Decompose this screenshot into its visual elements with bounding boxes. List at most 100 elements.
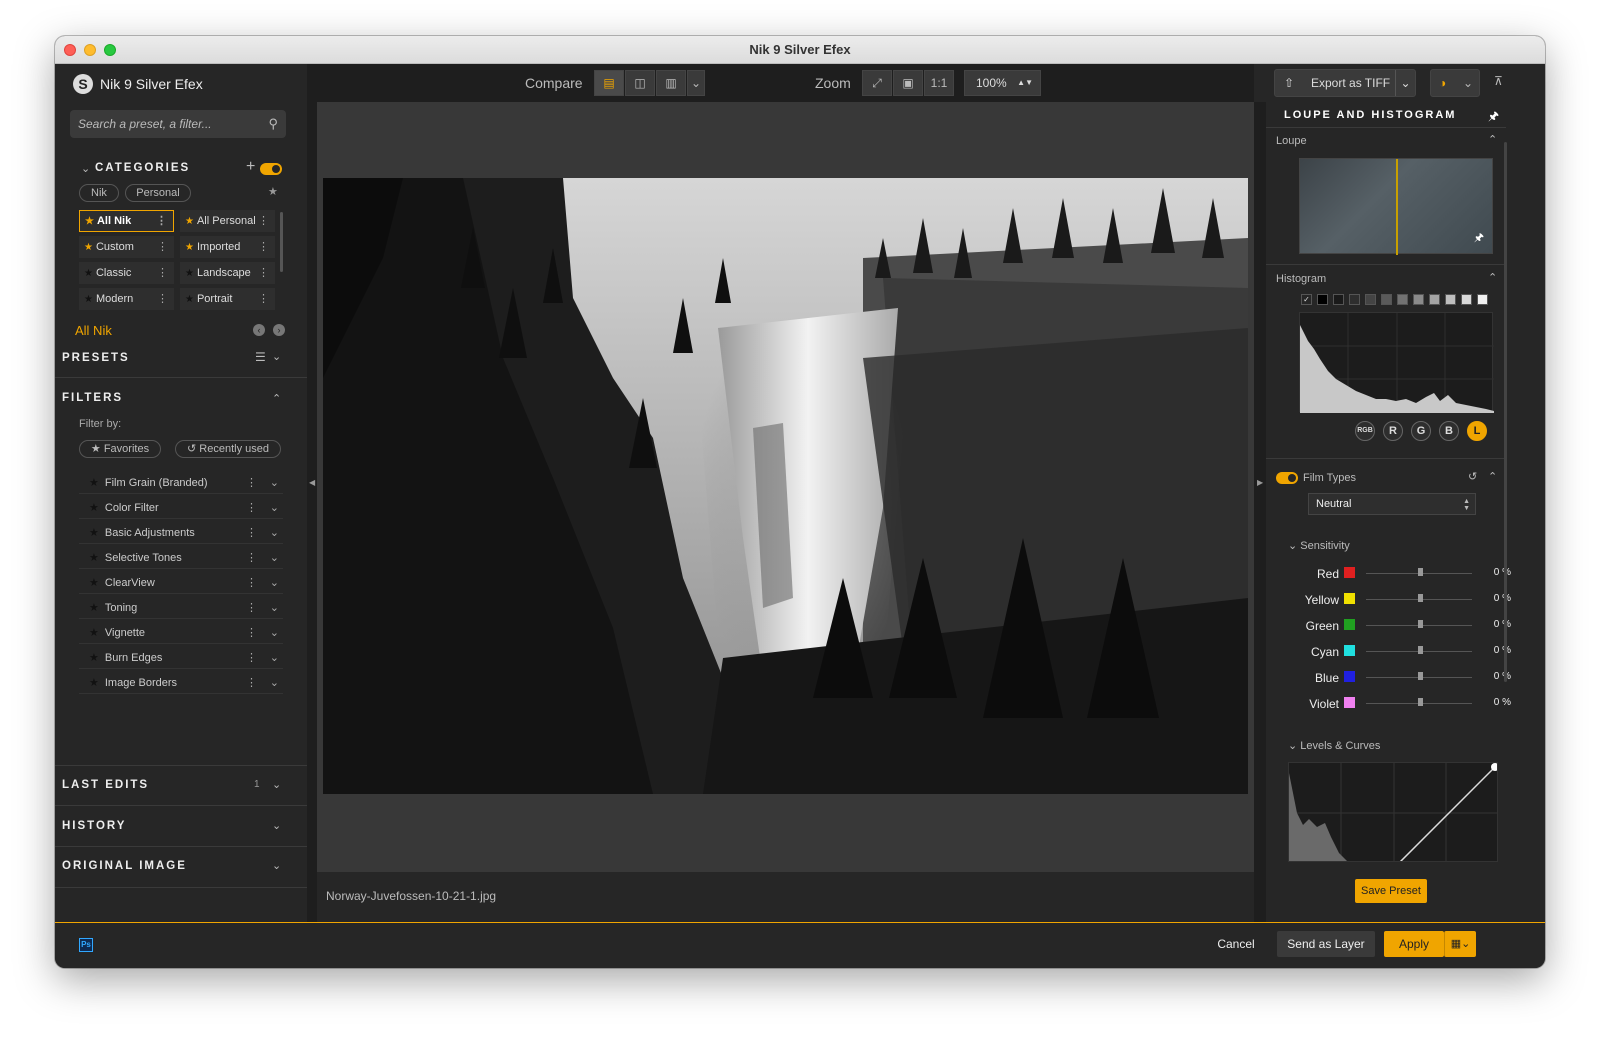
loupe-collapse-icon[interactable]: ⌃: [1488, 133, 1497, 146]
save-preset-button[interactable]: Save Preset: [1355, 879, 1427, 903]
fill-screen-button[interactable]: ▣: [893, 70, 923, 96]
tab-nik[interactable]: Nik: [79, 184, 119, 202]
presets-header[interactable]: PRESETS: [62, 352, 130, 364]
zone-swatch[interactable]: [1429, 294, 1440, 305]
collapse-left-icon[interactable]: ◀: [309, 478, 315, 487]
add-category-icon[interactable]: +: [246, 158, 255, 176]
sensitivity-violet[interactable]: Violet 0 %: [1266, 694, 1511, 720]
fit-screen-button[interactable]: ⤢: [862, 70, 892, 96]
filter-item-film-grain[interactable]: ★ Film Grain (Branded) ⋮ ⌄: [79, 472, 283, 494]
loupe-histogram-header[interactable]: LOUPE AND HISTOGRAM: [1284, 109, 1456, 121]
zone-check-icon[interactable]: ✓: [1301, 294, 1312, 305]
minimize-window-button[interactable]: [84, 44, 96, 56]
filters-collapse-icon[interactable]: ⌃: [272, 392, 281, 405]
search-icon[interactable]: ⚲: [268, 116, 278, 132]
compare-options-icon[interactable]: ⌄: [687, 70, 705, 96]
category-classic[interactable]: ★ Classic ⋮: [79, 262, 174, 284]
apply-button[interactable]: Apply: [1384, 931, 1444, 957]
filter-item-basic-adjustments[interactable]: ★ Basic Adjustments ⋮ ⌄: [79, 522, 283, 544]
close-window-button[interactable]: [64, 44, 76, 56]
filter-item-toning[interactable]: ★ Toning ⋮ ⌄: [79, 597, 283, 619]
category-imported[interactable]: ★ Imported ⋮: [180, 236, 275, 258]
image-canvas[interactable]: [317, 102, 1254, 872]
loupe-pin-icon[interactable]: 🖈: [1474, 229, 1484, 248]
export-options-icon[interactable]: ⌄: [1395, 70, 1415, 96]
channel-r-button[interactable]: R: [1383, 421, 1403, 441]
zone-swatch[interactable]: [1461, 294, 1472, 305]
next-category-icon[interactable]: ›: [273, 324, 285, 336]
reset-icon[interactable]: ↺: [1468, 470, 1477, 483]
zoom-one-to-one-button[interactable]: 1:1: [924, 70, 954, 96]
zone-swatch[interactable]: [1445, 294, 1456, 305]
zone-swatch[interactable]: [1365, 294, 1376, 305]
sensitivity-green[interactable]: Green 0 %: [1266, 616, 1511, 642]
category-scrollbar[interactable]: [280, 212, 283, 272]
categories-toggle[interactable]: [260, 162, 282, 180]
more-icon[interactable]: ⋮: [258, 210, 269, 232]
more-icon[interactable]: ⋮: [156, 211, 167, 231]
right-panel-splitter[interactable]: ▶: [1254, 64, 1266, 922]
more-icon[interactable]: ⋮: [157, 236, 168, 258]
history-header[interactable]: HISTORY: [62, 820, 126, 832]
pin-icon[interactable]: 🖈: [1488, 107, 1499, 128]
export-button[interactable]: ⇧ Export as TIFF ⌄: [1274, 69, 1416, 97]
loupe-view[interactable]: 🖈: [1299, 158, 1493, 255]
filter-item-color-filter[interactable]: ★ Color Filter ⋮ ⌄: [79, 497, 283, 519]
sensitivity-yellow[interactable]: Yellow 0 %: [1266, 590, 1511, 616]
recently-used-filter[interactable]: ↺ Recently used: [175, 440, 281, 458]
filter-item-vignette[interactable]: ★ Vignette ⋮ ⌄: [79, 622, 283, 644]
single-view-button[interactable]: ▤: [594, 70, 624, 96]
search-input[interactable]: Search a preset, a filter... ⚲: [70, 110, 286, 138]
sensitivity-blue[interactable]: Blue 0 %: [1266, 668, 1511, 694]
film-type-select[interactable]: Neutral ▲ ▼: [1308, 493, 1476, 515]
tab-personal[interactable]: Personal: [125, 184, 191, 202]
film-types-toggle[interactable]: [1276, 471, 1298, 489]
channel-b-button[interactable]: B: [1439, 421, 1459, 441]
category-modern[interactable]: ★ Modern ⋮: [79, 288, 174, 310]
zoom-window-button[interactable]: [104, 44, 116, 56]
more-icon[interactable]: ⋮: [258, 262, 269, 284]
list-view-icon[interactable]: ☰: [255, 350, 266, 364]
split-view-button[interactable]: ◫: [625, 70, 655, 96]
cancel-button[interactable]: Cancel: [1206, 931, 1266, 957]
sensitivity-red[interactable]: Red 0 %: [1266, 564, 1511, 590]
film-types-collapse-icon[interactable]: ⌃: [1488, 470, 1497, 483]
sensitivity-header[interactable]: ⌄ Sensitivity: [1288, 539, 1350, 552]
more-icon[interactable]: ⋮: [157, 262, 168, 284]
more-icon[interactable]: ⋮: [157, 288, 168, 310]
channel-g-button[interactable]: G: [1411, 421, 1431, 441]
last-edits-header[interactable]: LAST EDITS: [62, 779, 149, 791]
category-landscape[interactable]: ★ Landscape ⋮: [180, 262, 275, 284]
zoom-level-select[interactable]: 100% ▲▼: [964, 70, 1041, 96]
prev-category-icon[interactable]: ‹: [253, 324, 265, 336]
last-edits-expand-icon[interactable]: ⌄: [272, 778, 281, 791]
category-all-nik[interactable]: ★ All Nik ⋮: [79, 210, 174, 232]
favorites-filter[interactable]: ★ Favorites: [79, 440, 161, 458]
collapse-panel-icon[interactable]: ⊼: [1494, 74, 1503, 88]
zone-swatch[interactable]: [1317, 294, 1328, 305]
original-image-header[interactable]: ORIGINAL IMAGE: [62, 860, 187, 872]
filter-item-image-borders[interactable]: ★ Image Borders ⋮ ⌄: [79, 672, 283, 694]
channel-l-button[interactable]: L: [1467, 421, 1487, 441]
curves-graph[interactable]: [1288, 762, 1498, 862]
favorite-categories-icon[interactable]: ★: [268, 185, 278, 198]
side-by-side-button[interactable]: ▥: [656, 70, 686, 96]
sensitivity-cyan[interactable]: Cyan 0 %: [1266, 642, 1511, 668]
zone-swatch[interactable]: [1397, 294, 1408, 305]
category-custom[interactable]: ★ Custom ⋮: [79, 236, 174, 258]
zone-swatch[interactable]: [1477, 294, 1488, 305]
category-all-personal[interactable]: ★ All Personal ⋮: [180, 210, 275, 232]
filter-item-burn-edges[interactable]: ★ Burn Edges ⋮ ⌄: [79, 647, 283, 669]
apply-options-button[interactable]: ▦⌄: [1444, 931, 1476, 957]
zone-swatch[interactable]: [1381, 294, 1392, 305]
levels-curves-header[interactable]: ⌄ Levels & Curves: [1288, 739, 1380, 752]
collapse-right-icon[interactable]: ▶: [1257, 478, 1263, 487]
zone-swatch[interactable]: [1349, 294, 1360, 305]
category-portrait[interactable]: ★ Portrait ⋮: [180, 288, 275, 310]
right-panel-scrollbar[interactable]: [1504, 142, 1507, 682]
more-icon[interactable]: ⋮: [258, 236, 269, 258]
more-icon[interactable]: ⋮: [258, 288, 269, 310]
preview-toggle-button[interactable]: ◑ ⌄: [1430, 69, 1480, 97]
filter-item-clearview[interactable]: ★ ClearView ⋮ ⌄: [79, 572, 283, 594]
histogram-collapse-icon[interactable]: ⌃: [1488, 271, 1497, 284]
